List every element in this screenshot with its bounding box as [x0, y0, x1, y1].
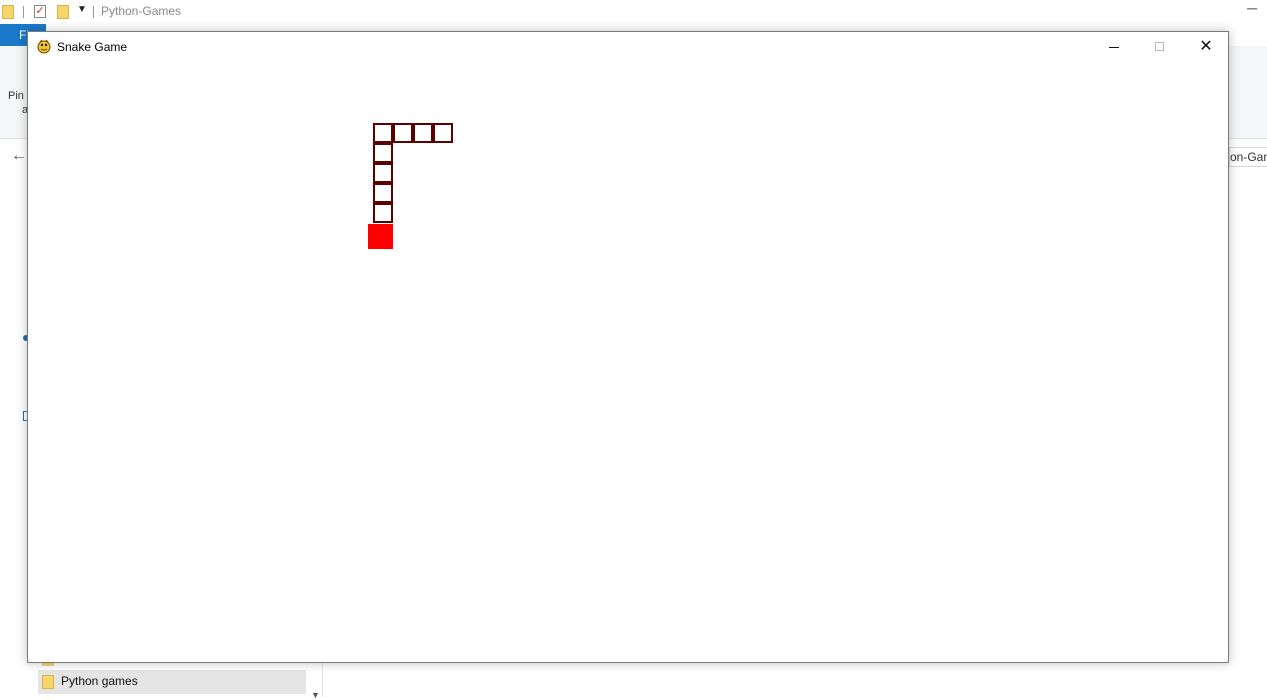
snake-head — [373, 123, 393, 143]
snake-segment — [373, 163, 393, 183]
window-title: Snake Game — [57, 40, 128, 54]
address-bar[interactable]: on-Gam — [1229, 147, 1267, 167]
chevron-down-icon[interactable]: ▼ — [77, 4, 87, 15]
close-icon: ✕ — [1199, 38, 1213, 55]
snake-segment — [413, 123, 433, 143]
minimize-button[interactable] — [1091, 32, 1137, 62]
pygame-snake-icon — [37, 39, 51, 54]
maximize-icon — [1155, 42, 1164, 51]
explorer-title: Python-Games — [101, 4, 182, 18]
pin-to-quick-access-label[interactable]: Pin — [8, 90, 24, 102]
quick-access-toolbar: ✓ ▼ Python-Games ─ — [0, 0, 1267, 24]
close-button[interactable]: ✕ — [1183, 32, 1229, 62]
scroll-down-icon[interactable]: ▼ — [311, 690, 320, 700]
snake-segment — [433, 123, 453, 143]
snake-game-window: Snake Game ✕ — [27, 31, 1229, 663]
minimize-icon — [1109, 47, 1119, 48]
snake-segment — [393, 123, 413, 143]
new-folder-icon[interactable] — [57, 5, 69, 19]
folder-icon — [2, 5, 14, 19]
explorer-minimize-icon[interactable]: ─ — [1247, 0, 1257, 16]
divider — [23, 6, 24, 18]
food-pellet — [368, 224, 393, 249]
snake-segment — [373, 203, 393, 223]
game-canvas[interactable] — [28, 62, 1228, 662]
snake-segment — [373, 183, 393, 203]
nav-item-label: Python games — [61, 674, 138, 688]
folder-icon — [42, 675, 54, 689]
nav-item-python-games[interactable]: Python games — [38, 670, 306, 694]
title-bar[interactable]: Snake Game ✕ — [28, 32, 1228, 62]
maximize-button[interactable] — [1137, 32, 1183, 62]
navigation-pane: Python games ▼ — [0, 658, 323, 700]
snake-segment — [373, 143, 393, 163]
divider — [93, 6, 94, 18]
properties-icon[interactable]: ✓ — [34, 5, 46, 18]
back-arrow-icon[interactable]: ← — [11, 147, 27, 165]
